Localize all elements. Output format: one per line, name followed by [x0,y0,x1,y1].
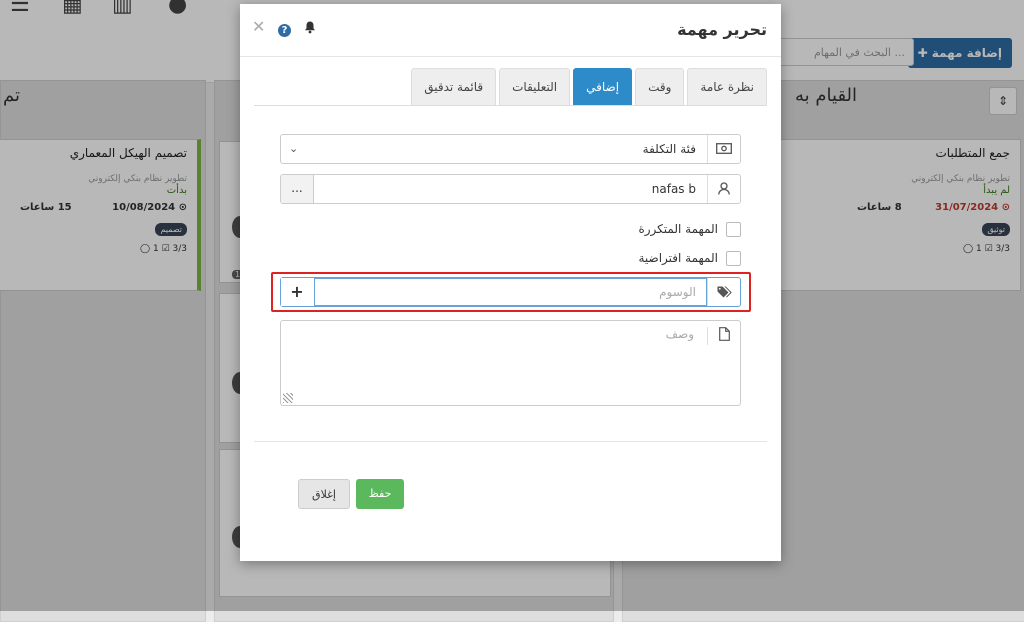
bell-icon[interactable] [304,21,316,39]
tab-checklist[interactable]: قائمة تدقيق [411,68,497,105]
footer-divider [254,441,767,442]
default-task-label: المهمة افتراضية [638,251,718,265]
close-button[interactable]: إغلاق [298,479,350,509]
tab-additional[interactable]: إضافي [573,68,633,105]
modal-tabs: نظرة عامة وقت إضافي التعليقات قائمة تدقي… [408,68,767,105]
cost-category-value: فئة التكلفة [642,142,696,156]
header-divider [240,56,781,57]
edit-task-modal: تحرير مهمة ✕ ? نظرة عامة وقت إضافي التعل… [240,4,781,561]
recurring-task-label: المهمة المتكررة [638,222,718,236]
tab-comments[interactable]: التعليقات [499,68,571,105]
tags-field: + [280,277,741,307]
recurring-task-checkbox[interactable] [726,221,741,237]
user-icon [707,175,740,203]
money-icon [707,135,740,163]
close-icon[interactable]: ✕ [252,19,265,35]
assignee-more-button[interactable]: ... [281,175,314,203]
assignee-field[interactable]: nafas b ... [280,174,741,204]
cost-category-select[interactable]: فئة التكلفة ⌄ [280,134,741,164]
default-task-checkbox[interactable] [726,250,741,266]
add-tag-button[interactable]: + [281,278,313,306]
tags-input[interactable] [314,278,707,306]
tab-overview[interactable]: نظرة عامة [687,68,767,105]
resize-handle-icon[interactable] [283,393,293,403]
modal-title: تحرير مهمة [677,20,767,39]
recurring-task-row: المهمة المتكررة [638,220,741,238]
assignee-value: nafas b [651,182,696,196]
tabs-divider [254,105,767,106]
chevron-down-icon: ⌄ [289,142,299,155]
tab-time[interactable]: وقت [635,68,685,105]
save-button[interactable]: حفظ [356,479,404,509]
description-textarea[interactable]: وصف [280,320,741,406]
tag-icon [707,278,740,306]
file-icon [707,327,740,345]
description-placeholder: وصف [665,327,694,341]
default-task-row: المهمة افتراضية [638,249,741,267]
help-icon[interactable]: ? [278,24,291,37]
